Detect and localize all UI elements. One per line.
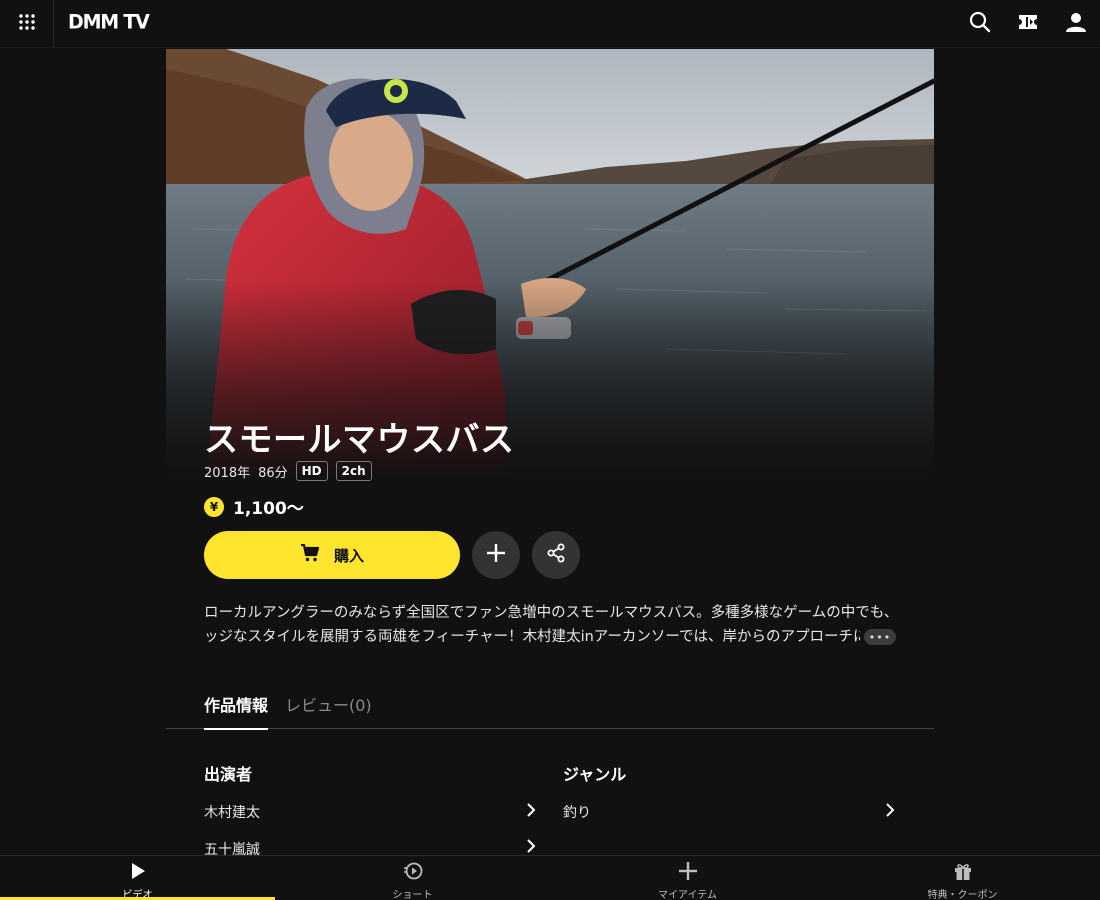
- gift-icon: [954, 862, 972, 884]
- cast-heading: 出演者: [204, 765, 253, 784]
- nav-coupons[interactable]: 特典・クーポン: [825, 856, 1100, 900]
- duration: 86分: [258, 465, 288, 481]
- video-meta: 2018年 86分 HD 2ch: [204, 461, 372, 481]
- nav-video[interactable]: ビデオ: [0, 856, 275, 900]
- cast-name: 五十嵐誠: [204, 842, 260, 855]
- top-header: DMM TV: [0, 0, 1100, 48]
- description-line: ローカルアングラーのみならず全国区でファン急増中のスモールマウスバス。多種多様な…: [204, 605, 898, 621]
- dmm-tv-logo[interactable]: DMM TV: [68, 10, 150, 33]
- cast-item[interactable]: 五十嵐誠: [204, 839, 536, 855]
- chevron-right-icon: [885, 803, 895, 821]
- add-to-list-button[interactable]: [472, 531, 520, 579]
- ticket-icon: [1017, 13, 1039, 35]
- short-video-icon: [403, 862, 423, 884]
- more-button[interactable]: •••: [864, 629, 896, 645]
- hd-badge: HD: [295, 461, 328, 481]
- release-year: 2018年: [204, 465, 251, 481]
- audio-badge: 2ch: [335, 461, 372, 481]
- cart-icon: [300, 543, 320, 566]
- bottom-navigation: ビデオ ショート マイアイテム 特典・クーポン: [0, 855, 1100, 900]
- cast-name: 木村建太: [204, 805, 260, 821]
- ticket-button[interactable]: [1016, 12, 1040, 36]
- nav-my-items[interactable]: マイアイテム: [550, 856, 825, 900]
- cast-item[interactable]: 木村建太: [204, 800, 536, 824]
- video-title: スモールマウスバス: [204, 420, 515, 460]
- search-button[interactable]: [968, 11, 992, 37]
- price-value: 1,100〜: [233, 499, 304, 519]
- genre-item[interactable]: 釣り: [563, 800, 895, 824]
- plus-icon: [486, 543, 506, 567]
- genre-heading: ジャンル: [563, 765, 627, 784]
- tab-info[interactable]: 作品情報: [204, 692, 269, 730]
- description: ローカルアングラーのみならず全国区でファン急増中のスモールマウスバス。多種多様な…: [204, 601, 898, 649]
- price: ¥ 1,100〜: [204, 494, 304, 519]
- share-button[interactable]: [532, 531, 580, 579]
- account-button[interactable]: [1064, 12, 1088, 36]
- tab-bar: 作品情報 レビュー(0): [166, 684, 934, 730]
- yen-coin-icon: ¥: [204, 496, 224, 517]
- chevron-right-icon: [526, 839, 536, 855]
- nav-short[interactable]: ショート: [275, 856, 550, 900]
- nav-label: 特典・クーポン: [927, 890, 998, 900]
- genre-name: 釣り: [563, 805, 591, 821]
- description-line: ッジなスタイルを展開する両雄をフィーチャー！木村建太inアーカンソーでは、岸から…: [204, 629, 860, 645]
- grid-icon: [18, 13, 36, 35]
- plus-icon: [678, 862, 697, 884]
- chevron-right-icon: [526, 803, 536, 821]
- menu-grid-button[interactable]: [0, 0, 54, 48]
- user-icon: [1065, 11, 1087, 37]
- play-icon: [129, 862, 147, 884]
- buy-label: 購入: [333, 546, 364, 565]
- nav-label: マイアイテム: [658, 890, 717, 900]
- tab-review[interactable]: レビュー(0): [285, 692, 372, 728]
- search-icon: [969, 11, 991, 37]
- share-icon: [546, 543, 566, 567]
- nav-label: ショート: [392, 890, 433, 900]
- buy-button[interactable]: 購入: [204, 531, 460, 579]
